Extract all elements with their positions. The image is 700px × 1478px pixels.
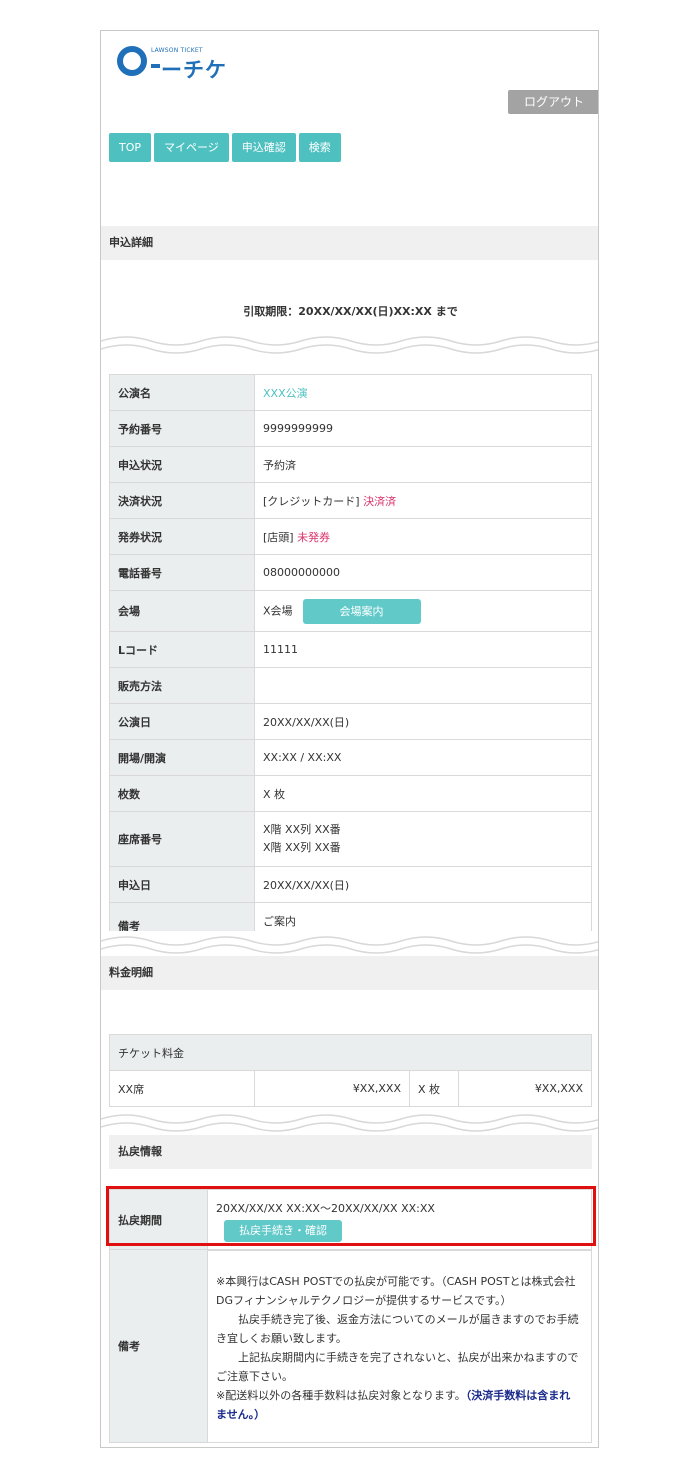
logout-button[interactable]: ログアウト [508,90,598,114]
refund-period-highlight [106,1186,596,1246]
payment-status-value: [クレジットカード] 決済済 [254,482,592,519]
table-row: Lコード 11111 [109,631,592,668]
table-row: 公演日 20XX/XX/XX(日) [109,703,592,740]
table-row: 座席番号 X階 XX列 XX番 X階 XX列 XX番 [109,811,592,867]
remarks-line-3: 上記払戻期間内に手続きを完了されないと、払戻が出来かねますのでご注意下さい。 [216,1351,579,1383]
issue-method: [店頭] [263,530,294,544]
open-start-label: 開場/開演 [109,739,255,776]
remarks-line-1: ※本興行はCASH POSTでの払戻が可能です。（CASH POSTとは株式会社… [216,1275,576,1307]
performance-link[interactable]: XXX公演 [254,374,592,411]
table-row: チケット料金 [109,1034,592,1071]
payment-state: 決済済 [363,494,397,508]
logo-ring-icon [117,46,147,76]
apply-status-label: 申込状況 [109,446,255,483]
table-row: 枚数 X 枚 [109,775,592,812]
venue-name: X会場 [263,604,293,617]
table-row: 予約番号 9999999999 [109,410,592,447]
table-row: 会場 X会場 会場案内 [109,590,592,632]
phone-label: 電話番号 [109,554,255,591]
ticket-count-label: 枚数 [109,775,255,812]
refund-section-title: 払戻情報 [109,1135,592,1169]
nav-search[interactable]: 検索 [298,133,341,162]
venue-guide-button[interactable]: 会場案内 [302,598,421,624]
ticket-count-value: X 枚 [254,775,592,812]
table-row: 申込状況 予約済 [109,446,592,483]
seat-line-2: X階 XX列 XX番 [263,841,341,854]
sales-method-value [254,667,592,704]
fee-table: チケット料金 XX席 ¥XX,XXX X 枚 ¥XX,XXX [109,1034,592,1107]
table-row: 電話番号 08000000000 [109,554,592,591]
issue-state: 未発券 [297,530,331,544]
lcode-value: 11111 [254,631,592,668]
table-row: 発券状況 [店頭] 未発券 [109,518,592,555]
pickup-deadline: 引取期限：20XX/XX/XX(日)XX:XX まで [243,305,458,318]
fee-count: X 枚 [409,1070,459,1107]
seat-value: X階 XX列 XX番 X階 XX列 XX番 [254,811,592,867]
sales-method-label: 販売方法 [109,667,255,704]
table-row: XX席 ¥XX,XXX X 枚 ¥XX,XXX [109,1070,592,1107]
payment-method: [クレジットカード] [263,494,360,508]
remarks-line-4-text: ※配送料以外の各種手数料は払戻対象となります。 [216,1389,466,1402]
payment-status-label: 決済状況 [109,482,255,519]
table-row: 申込日 20XX/XX/XX(日) [109,866,592,903]
fee-unit-price: ¥XX,XXX [254,1070,410,1107]
table-row: 開場/開演 XX:XX / XX:XX [109,739,592,776]
nav-application-check[interactable]: 申込確認 [231,133,296,162]
issue-status-value: [店頭] 未発券 [254,518,592,555]
refund-remarks-value: ※本興行はCASH POSTでの払戻が可能です。（CASH POSTとは株式会社… [207,1249,592,1443]
remarks-line-2: 払戻手続き完了後、返金方法についてのメールが届きますのでお手続き宜しくお願い致し… [216,1313,579,1345]
logo-brand-small: LAWSON TICKET [151,47,203,54]
apply-date-value: 20XX/XX/XX(日) [254,866,592,903]
logo-dash [151,64,160,68]
lcode-label: Lコード [109,631,255,668]
fee-header: チケット料金 [109,1034,592,1071]
application-detail-table: 公演名 XXX公演 予約番号 9999999999 申込状況 予約済 決済状況 … [109,374,592,949]
open-start-value: XX:XX / XX:XX [254,739,592,776]
seat-label: 座席番号 [109,811,255,867]
refund-remarks-table: 備考 ※本興行はCASH POSTでの払戻が可能です。（CASH POSTとは株… [109,1249,592,1443]
performance-label: 公演名 [109,374,255,411]
reservation-no-label: 予約番号 [109,410,255,447]
show-date-value: 20XX/XX/XX(日) [254,703,592,740]
remarks-line-4: ※配送料以外の各種手数料は払戻対象となります。（決済手数料は含まれません。） [216,1386,581,1424]
seat-line-1: X階 XX列 XX番 [263,823,341,836]
main-nav: TOP マイページ 申込確認 検索 [109,133,341,162]
section-title: 申込詳細 [101,226,598,260]
table-row: 備考 ※本興行はCASH POSTでの払戻が可能です。（CASH POSTとは株… [109,1249,592,1443]
logo[interactable]: LAWSON TICKET ーチケ [117,41,227,83]
reservation-no-value: 9999999999 [254,410,592,447]
apply-status-value: 予約済 [254,446,592,483]
fee-total: ¥XX,XXX [458,1070,592,1107]
nav-mypage[interactable]: マイページ [154,133,229,162]
venue-label: 会場 [109,590,255,632]
logo-brand-kana: ーチケ [161,58,227,82]
table-row: 決済状況 [クレジットカード] 決済済 [109,482,592,519]
venue-value: X会場 会場案内 [254,590,592,632]
refund-remarks-label: 備考 [109,1249,208,1443]
issue-status-label: 発券状況 [109,518,255,555]
wave-divider [101,336,598,354]
phone-value: 08000000000 [254,554,592,591]
fee-section-title: 料金明細 [101,956,598,990]
table-row: 公演名 XXX公演 [109,374,592,411]
apply-date-label: 申込日 [109,866,255,903]
show-date-label: 公演日 [109,703,255,740]
table-row: 販売方法 [109,667,592,704]
nav-top[interactable]: TOP [109,133,152,162]
fee-seat: XX席 [109,1070,255,1107]
